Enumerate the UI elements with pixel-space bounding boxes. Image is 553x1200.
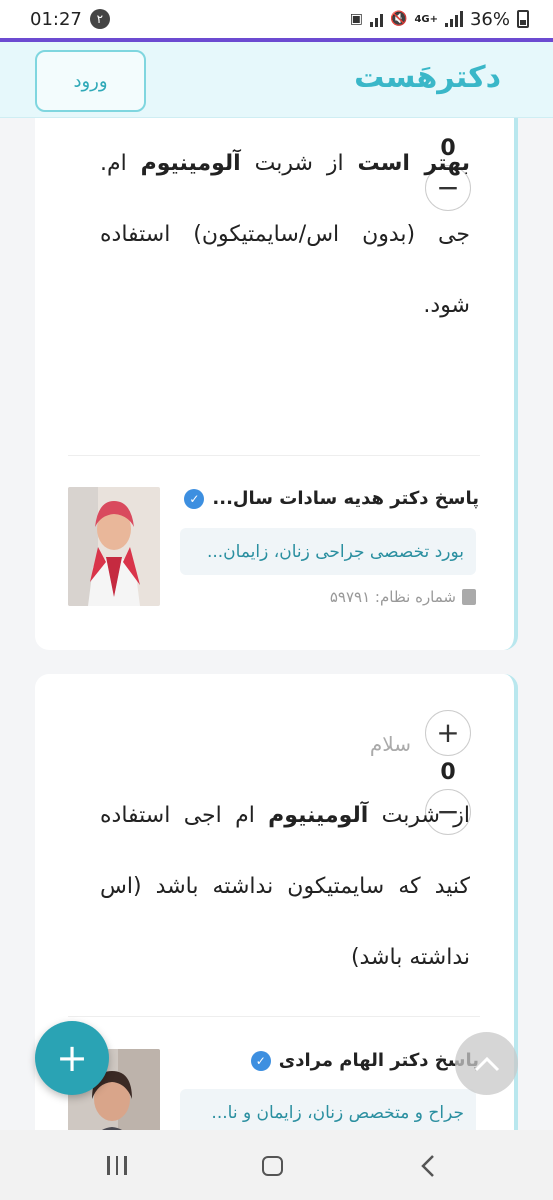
answer-segment: ام اجی استفاده کنید که سایمتیکون نداشته …	[100, 803, 470, 970]
verified-check-icon: ✓	[250, 1050, 271, 1071]
doctor-registration: شماره نظام: ۵۹۷۹۱	[330, 588, 476, 606]
answer-segment: آلومینیوم	[268, 803, 369, 828]
answer-card: + 0 − بهتر است از شربت آلومینیوم ام. جی …	[35, 118, 518, 650]
verified-check-icon: ✓	[184, 488, 205, 509]
add-question-button[interactable]: +	[35, 1021, 109, 1095]
signal-strength-icon	[444, 11, 463, 27]
back-chevron-icon	[421, 1155, 434, 1177]
notification-count-badge: ۲	[89, 9, 110, 29]
mute-icon: 🔇	[390, 11, 408, 27]
battery-percent: 36%	[469, 8, 510, 30]
answer-segment: از شربت	[368, 803, 470, 828]
doctor-specialty: بورد تخصصی جراحی زنان، زایمان...	[180, 528, 476, 575]
question-greeting: سلام	[369, 732, 411, 756]
login-button[interactable]: ورود	[35, 50, 146, 112]
answer-text: از شربت آلومینیوم ام اجی استفاده کنید که…	[100, 780, 470, 993]
answer-text: بهتر است از شربت آلومینیوم ام. جی (بدون …	[100, 128, 470, 341]
upvote-button[interactable]: +	[425, 710, 471, 756]
divider	[68, 455, 480, 456]
registration-text: شماره نظام: ۵۹۷۹۱	[329, 588, 456, 606]
doctor-name-text: پاسخ دکتر هدیه سادات سال...	[212, 488, 479, 509]
chevron-up-icon	[474, 1056, 499, 1071]
status-time: 01:27	[30, 8, 82, 30]
doctor-specialty: جراح و متخصص زنان، زایمان و نا...	[180, 1089, 476, 1130]
back-button[interactable]	[420, 1154, 436, 1182]
status-bar: 01:27 ۲ ▣ 🔇 4G+ 36%	[0, 0, 553, 38]
scroll-to-top-button[interactable]	[455, 1032, 518, 1095]
doctor-name[interactable]: پاسخ دکتر هدیه سادات سال... ✓	[184, 488, 479, 509]
answers-list[interactable]: + 0 − بهتر است از شربت آلومینیوم ام. جی …	[0, 118, 553, 1130]
network-signal-icon	[370, 11, 383, 27]
system-nav-bar	[0, 1130, 553, 1200]
plus-icon: +	[56, 1036, 88, 1080]
doctor-name[interactable]: پاسخ دکتر الهام مرادی ✓	[250, 1050, 479, 1071]
site-logo[interactable]: دکترهَست	[354, 60, 501, 95]
answer-segment: از شربت	[240, 151, 358, 176]
id-card-icon	[462, 589, 476, 605]
answer-segment: آلومینیوم	[140, 151, 241, 176]
home-button[interactable]	[262, 1156, 283, 1176]
app-notification-icon: ▣	[349, 11, 363, 27]
doctor-name-text: پاسخ دکتر الهام مرادی	[278, 1050, 479, 1071]
app-header: دکترهَست ورود	[0, 42, 553, 118]
network-type-label: 4G+	[414, 13, 438, 25]
battery-icon	[517, 10, 529, 28]
recents-button[interactable]	[107, 1156, 127, 1175]
divider	[68, 1016, 480, 1017]
answer-segment: ام. جی (بدون اس/سایمتیکون) استفاده شود.	[100, 151, 470, 318]
answer-segment: بهتر است	[357, 151, 471, 176]
doctor-avatar[interactable]	[68, 487, 160, 606]
